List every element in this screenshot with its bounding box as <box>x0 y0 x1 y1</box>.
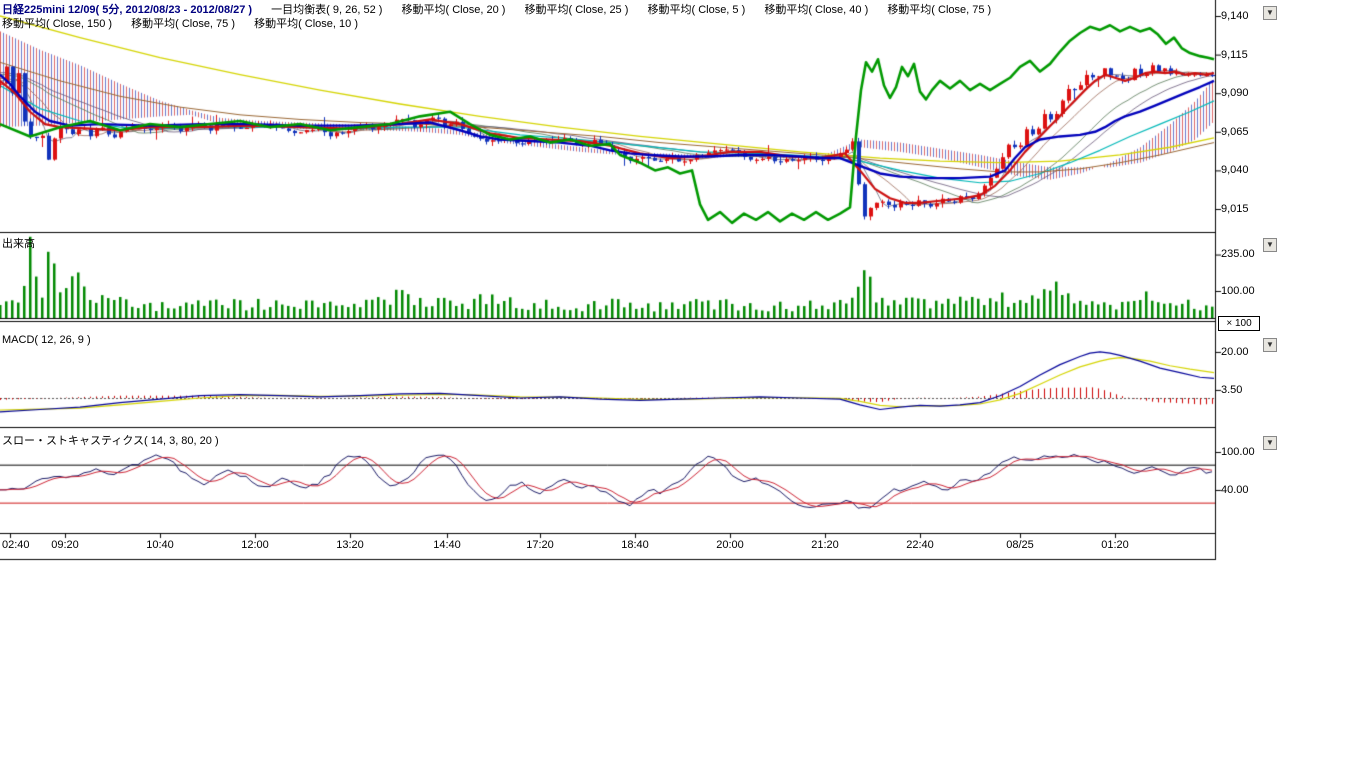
volume-axis-label: 100.00 <box>1221 285 1255 297</box>
price-axis-label: 9,040 <box>1221 164 1249 176</box>
price-panel-scroll-button[interactable]: ▼ <box>1263 6 1277 20</box>
time-axis-label: 10:40 <box>146 539 174 551</box>
legend-ma75b: 移動平均( Close, 75 ) <box>131 18 235 30</box>
price-axis-label: 9,140 <box>1221 10 1249 22</box>
legend-ma10: 移動平均( Close, 10 ) <box>254 18 358 30</box>
chevron-down-icon: ▼ <box>1266 340 1274 349</box>
price-chart-canvas[interactable] <box>0 0 1290 575</box>
price-axis-label: 9,065 <box>1221 126 1249 138</box>
chevron-down-icon: ▼ <box>1266 438 1274 447</box>
volume-panel-scroll-button[interactable]: ▼ <box>1263 238 1277 252</box>
stoch-axis-label: 40.00 <box>1221 484 1249 496</box>
chevron-down-icon: ▼ <box>1266 240 1274 249</box>
macd-axis-label: 3.50 <box>1221 384 1242 396</box>
volume-axis-label: 235.00 <box>1221 248 1255 260</box>
volume-panel-title: 出来高 <box>2 235 35 251</box>
chevron-down-icon: ▼ <box>1266 8 1274 17</box>
legend-ma25: 移動平均( Close, 25 ) <box>524 4 628 16</box>
time-axis-label: 22:40 <box>906 539 934 551</box>
time-axis-label: 18:40 <box>621 539 649 551</box>
price-axis-label: 9,115 <box>1221 49 1248 61</box>
stoch-axis-label: 100.00 <box>1221 446 1255 458</box>
time-axis-label: 20:00 <box>716 539 744 551</box>
time-axis-label: 09:20 <box>51 539 79 551</box>
volume-unit-box: × 100 <box>1218 316 1260 331</box>
time-axis-label: 01:20 <box>1101 539 1129 551</box>
time-axis-label: 21:20 <box>811 539 839 551</box>
time-axis-label: 14:40 <box>433 539 461 551</box>
legend-ma40: 移動平均( Close, 40 ) <box>764 4 868 16</box>
macd-axis-label: 20.00 <box>1221 346 1249 358</box>
chart-app-window: 日経225mini 12/09( 5分, 2012/08/23 - 2012/0… <box>0 0 1366 768</box>
stoch-panel-title: スロー・ストキャスティクス( 14, 3, 80, 20 ) <box>2 432 219 448</box>
price-axis-label: 9,015 <box>1221 203 1249 215</box>
time-axis-label: 02:40 <box>2 539 30 551</box>
stoch-panel-scroll-button[interactable]: ▼ <box>1263 436 1277 450</box>
time-axis-label: 08/25 <box>1006 539 1034 551</box>
indicator-legend-row2: 移動平均( Close, 150 ) 移動平均( Close, 75 ) 移動平… <box>2 15 374 31</box>
macd-panel-title: MACD( 12, 26, 9 ) <box>2 334 91 346</box>
legend-ma20: 移動平均( Close, 20 ) <box>402 4 506 16</box>
legend-ma150: 移動平均( Close, 150 ) <box>2 18 112 30</box>
legend-ma75: 移動平均( Close, 75 ) <box>887 4 991 16</box>
time-axis-label: 17:20 <box>526 539 554 551</box>
macd-panel-scroll-button[interactable]: ▼ <box>1263 338 1277 352</box>
price-axis-label: 9,090 <box>1221 87 1249 99</box>
time-axis-label: 13:20 <box>336 539 364 551</box>
time-axis-label: 12:00 <box>241 539 269 551</box>
legend-ma5: 移動平均( Close, 5 ) <box>647 4 745 16</box>
